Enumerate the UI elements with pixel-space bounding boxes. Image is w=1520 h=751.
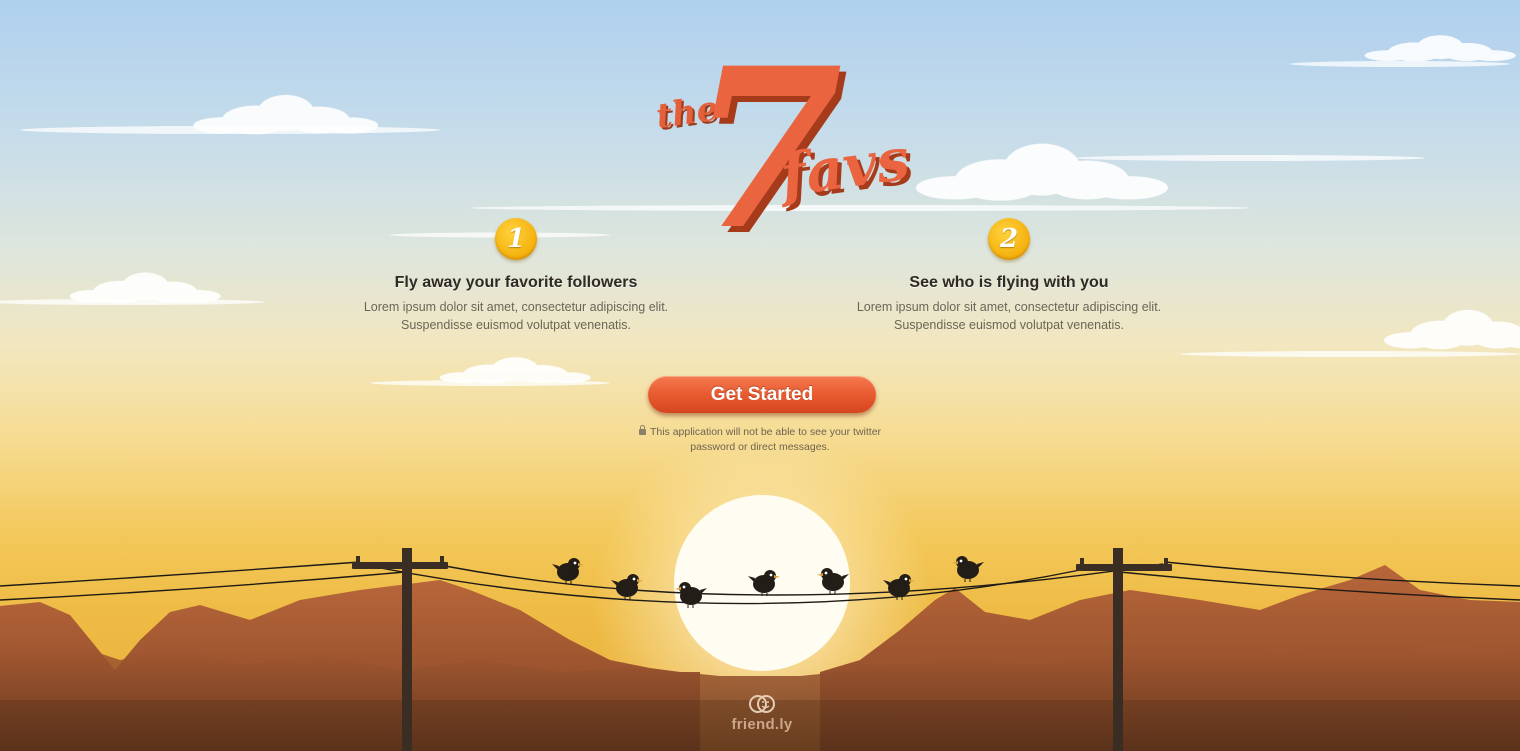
step-2: 2 See who is flying with you Lorem ipsum… (819, 218, 1199, 334)
privacy-notice-line1: This application will not be able to see… (649, 426, 882, 438)
step-description: Lorem ipsum dolor sit amet, consectetur … (363, 300, 669, 332)
get-started-button[interactable]: Get Started (648, 376, 876, 413)
step-number-badge: 2 (988, 218, 1030, 260)
bird-icon (747, 569, 781, 597)
the-7-favs-logo: the the 7 7 favs favs (640, 19, 940, 284)
bird-icon (610, 573, 644, 601)
privacy-notice-line2: password or direct messages. (690, 441, 830, 453)
bird-icon (816, 567, 850, 595)
bird-icon (882, 573, 916, 601)
step-number-badge: 1 (495, 218, 537, 260)
step-title: Fly away your favorite followers (394, 274, 638, 291)
step-title: See who is flying with you (909, 274, 1109, 291)
brand-name: friend.ly (731, 716, 793, 733)
bird-icon (674, 581, 708, 609)
lock-icon (638, 425, 646, 435)
bird-icon (551, 557, 585, 585)
privacy-notice: This application will not be able to see… (600, 425, 920, 455)
friendly-brand[interactable]: friend.ly (712, 693, 812, 733)
bird-icon (951, 555, 985, 583)
friendly-logo-icon (749, 695, 775, 713)
step-1: 1 Fly away your favorite followers Lorem… (326, 218, 706, 334)
step-description: Lorem ipsum dolor sit amet, consectetur … (856, 300, 1162, 332)
